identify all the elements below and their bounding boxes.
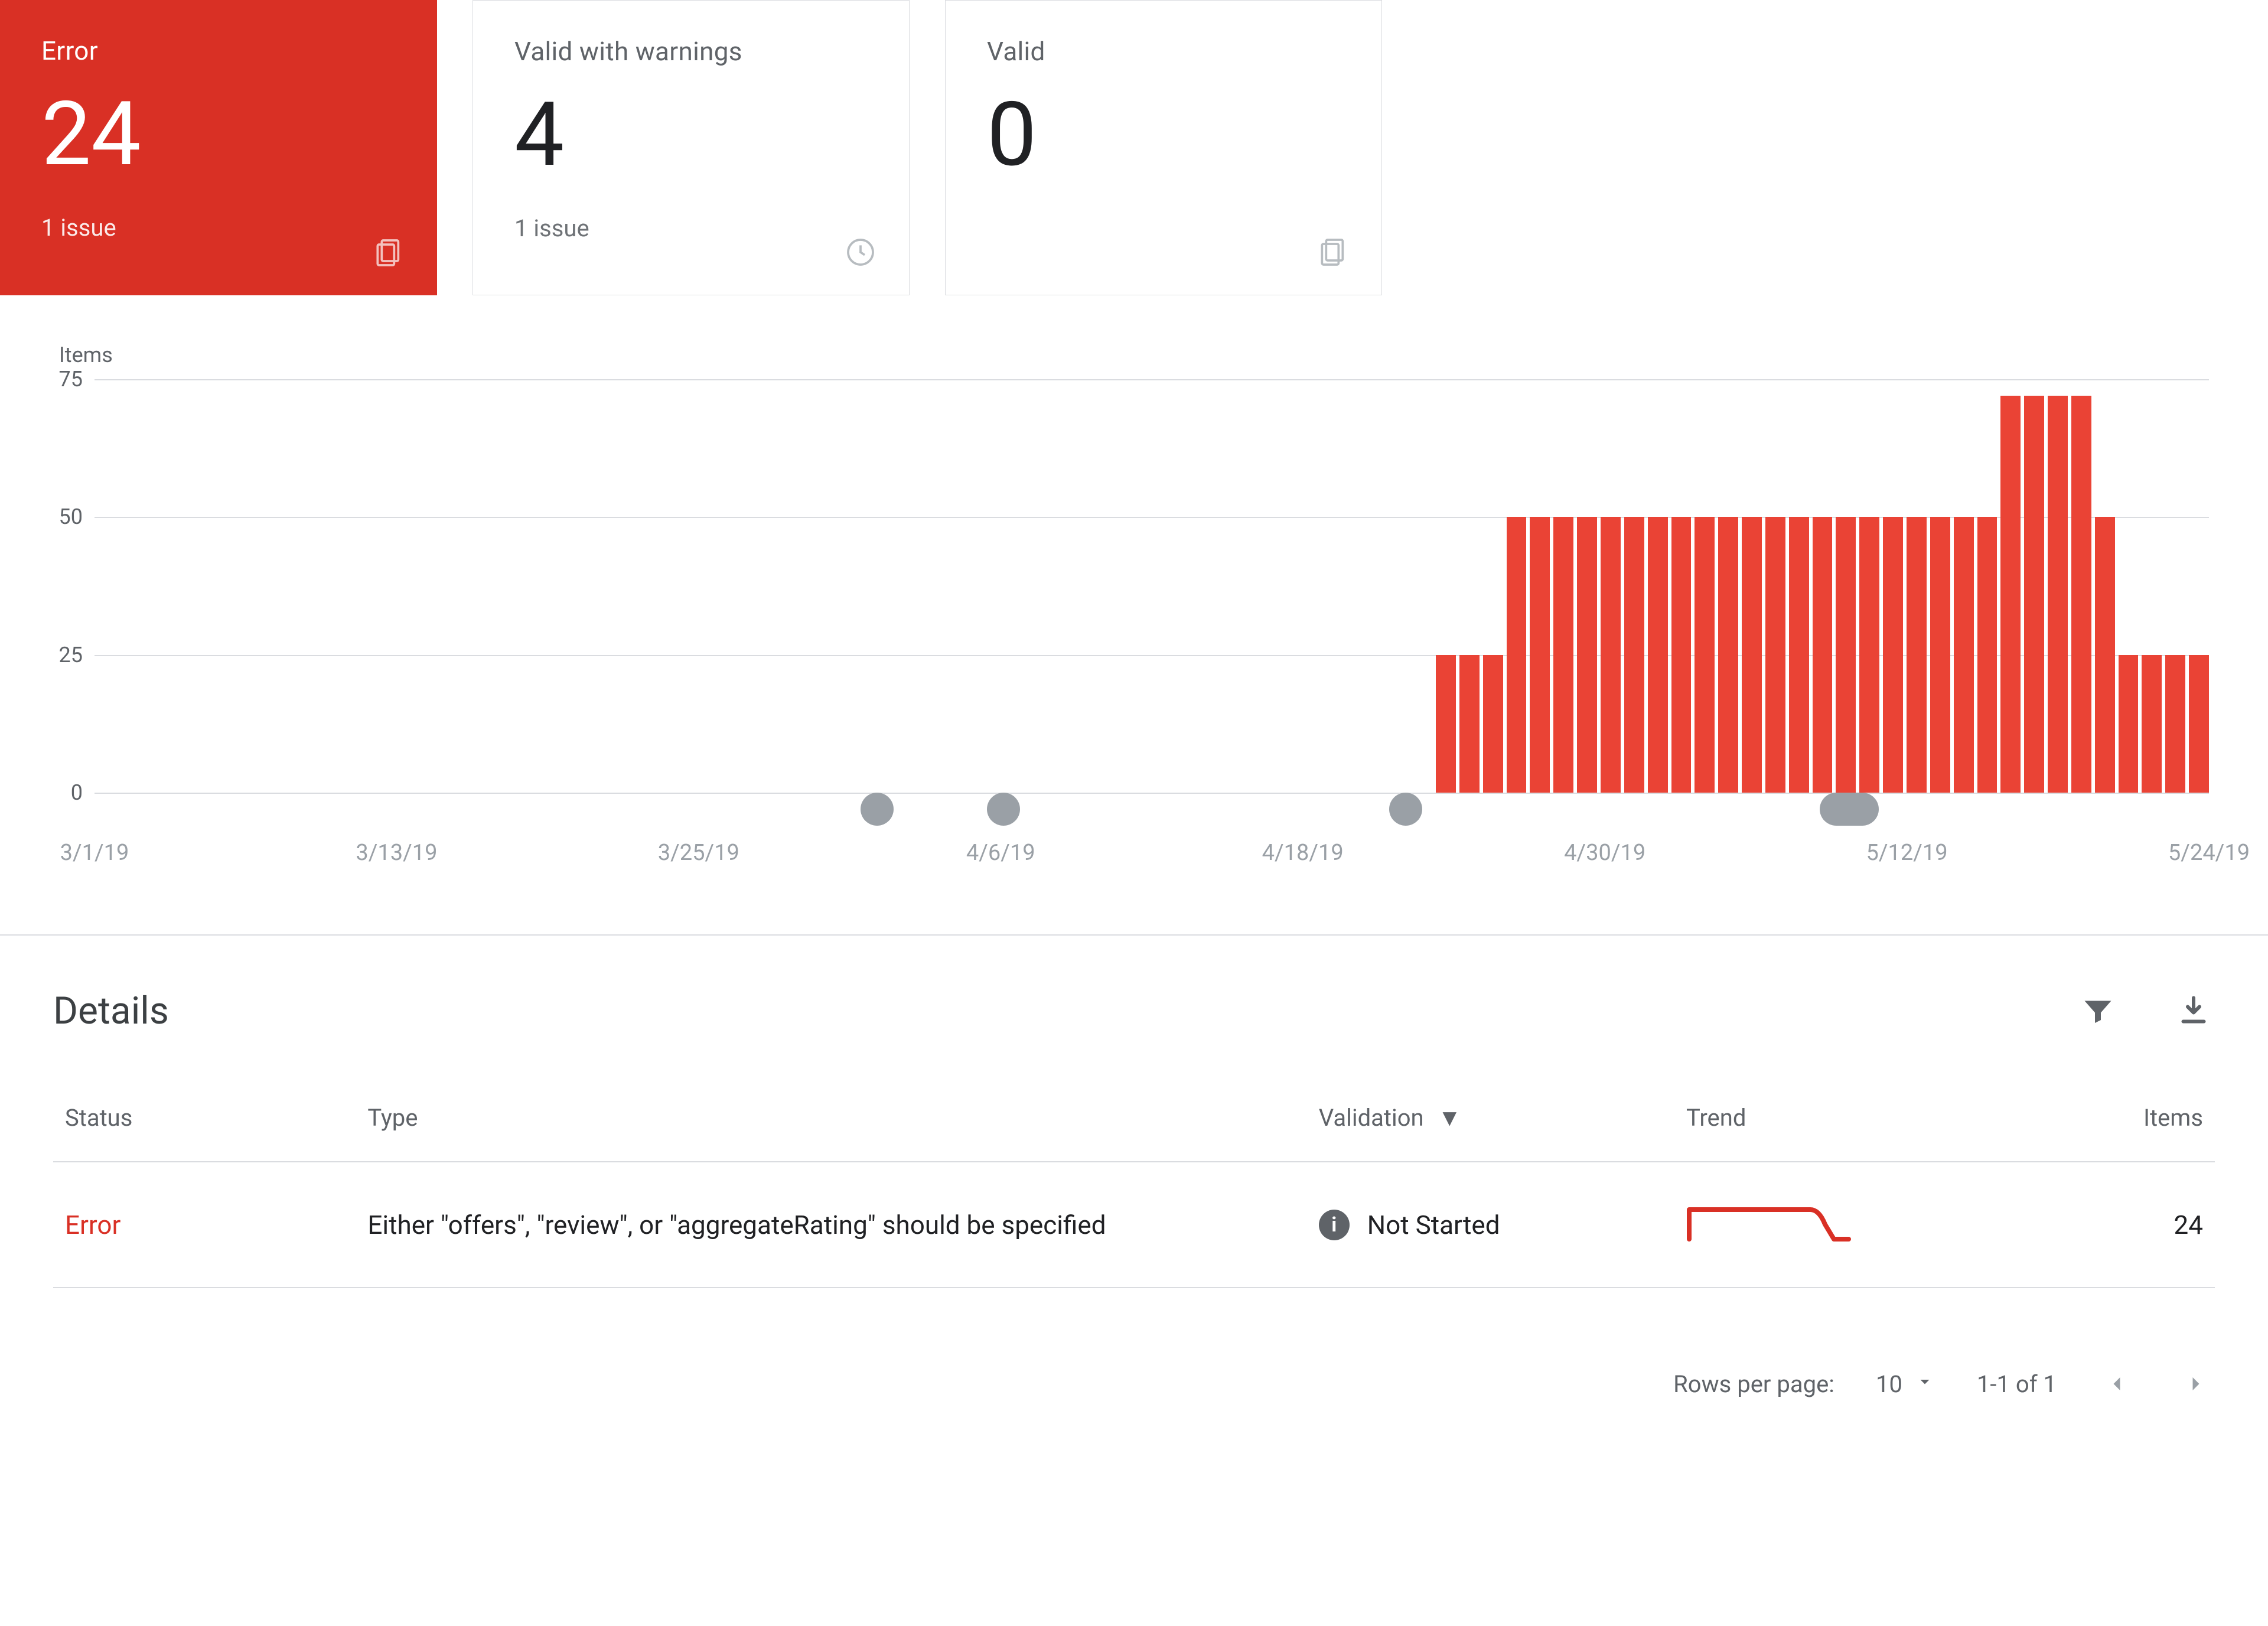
col-validation[interactable]: Validation ▼ [1307, 1104, 1674, 1162]
info-icon: i [1319, 1210, 1350, 1240]
x-tick-label: 3/25/19 [658, 840, 739, 866]
event-marker[interactable] [1820, 793, 1879, 826]
y-tick-label: 75 [35, 367, 83, 392]
rows-per-page-select[interactable]: 10 [1876, 1370, 1935, 1398]
pages-icon [1314, 233, 1352, 271]
row-status: Error [53, 1162, 356, 1288]
card-value: 4 [514, 90, 868, 179]
chart-bar[interactable] [1601, 517, 1621, 793]
card-label: Valid with warnings [514, 36, 868, 67]
x-tick-label: 5/12/19 [1866, 840, 1947, 866]
rows-per-page-label: Rows per page: [1673, 1370, 1834, 1398]
chart-bar[interactable] [1813, 517, 1833, 793]
chart-bar[interactable] [1553, 517, 1573, 793]
chart-bar[interactable] [2119, 655, 2139, 793]
chart-bar[interactable] [2189, 655, 2209, 793]
y-tick-label: 0 [35, 780, 83, 805]
chart-bar[interactable] [2000, 396, 2021, 793]
chart-bar[interactable] [1436, 655, 1456, 793]
chart-bar[interactable] [1836, 517, 1856, 793]
chart-bar[interactable] [1907, 517, 1927, 793]
card-value: 24 [41, 90, 396, 178]
row-validation: i Not Started [1307, 1162, 1674, 1288]
y-tick-label: 50 [35, 504, 83, 529]
chart-bar[interactable] [1507, 517, 1527, 793]
details-title: Details [53, 989, 169, 1033]
card-label: Error [41, 35, 396, 66]
sparkline-icon [1686, 1198, 1852, 1245]
x-tick-label: 4/6/19 [966, 840, 1035, 866]
items-chart: Items 0255075 3/1/193/13/193/25/194/6/19… [0, 319, 2268, 899]
card-value: 0 [987, 90, 1340, 179]
chart-bar[interactable] [1883, 517, 1903, 793]
chart-bar[interactable] [1954, 517, 1974, 793]
x-tick-label: 3/13/19 [356, 840, 437, 866]
chart-bar[interactable] [2165, 655, 2185, 793]
chart-bar[interactable] [1930, 517, 1950, 793]
chart-bar[interactable] [1742, 517, 1762, 793]
chart-bar[interactable] [1577, 517, 1597, 793]
event-marker[interactable] [861, 793, 894, 826]
next-page-button[interactable] [2177, 1365, 2215, 1403]
col-status[interactable]: Status [53, 1104, 356, 1162]
chart-bar[interactable] [1977, 517, 1997, 793]
event-marker[interactable] [1389, 793, 1422, 826]
chart-bar[interactable] [1483, 655, 1503, 793]
chevron-down-icon [1914, 1370, 1935, 1398]
download-button[interactable] [2172, 990, 2215, 1032]
chart-bar[interactable] [1765, 517, 1785, 793]
chart-bar[interactable] [2142, 655, 2162, 793]
chart-ylabel: Items [59, 343, 2233, 367]
chart-bar[interactable] [1859, 517, 1879, 793]
x-tick-label: 4/30/19 [1564, 840, 1645, 866]
chart-bar[interactable] [2048, 396, 2068, 793]
y-tick-label: 25 [35, 643, 83, 667]
table-row[interactable]: Error Either "offers", "review", or "agg… [53, 1162, 2215, 1288]
clock-icon [842, 233, 879, 271]
col-items[interactable]: Items [1999, 1104, 2215, 1162]
card-label: Valid [987, 36, 1340, 67]
chart-bar[interactable] [1695, 517, 1715, 793]
chart-bar[interactable] [2071, 396, 2091, 793]
chart-bar[interactable] [1530, 517, 1550, 793]
x-tick-label: 4/18/19 [1262, 840, 1344, 866]
chart-bar[interactable] [1624, 517, 1644, 793]
chart-bar[interactable] [1671, 517, 1692, 793]
col-trend[interactable]: Trend [1674, 1104, 1999, 1162]
prev-page-button[interactable] [2098, 1365, 2136, 1403]
card-sub: 1 issue [514, 214, 868, 242]
filter-button[interactable] [2077, 990, 2119, 1032]
row-items: 24 [1999, 1162, 2215, 1288]
chart-bar[interactable] [1648, 517, 1668, 793]
chart-bar[interactable] [2095, 517, 2115, 793]
chart-x-axis: 3/1/193/13/193/25/194/6/194/18/194/30/19… [94, 840, 2209, 875]
row-type: Either "offers", "review", or "aggregate… [356, 1162, 1306, 1288]
x-tick-label: 3/1/19 [60, 840, 129, 866]
event-marker[interactable] [987, 793, 1020, 826]
row-trend [1674, 1162, 1999, 1288]
x-tick-label: 5/24/19 [2168, 840, 2250, 866]
details-section: Details Status Type Validation ▼ [0, 936, 2268, 1324]
chart-bar[interactable] [1718, 517, 1738, 793]
chart-bar[interactable] [2024, 396, 2044, 793]
sort-indicator-icon: ▼ [1438, 1104, 1462, 1132]
card-valid-warnings[interactable]: Valid with warnings 4 1 issue [472, 0, 910, 295]
chart-bar[interactable] [1789, 517, 1809, 793]
col-type[interactable]: Type [356, 1104, 1306, 1162]
summary-cards: Error 24 1 issue Valid with warnings 4 1… [0, 0, 2268, 319]
pages-icon [370, 234, 408, 272]
details-table: Status Type Validation ▼ Trend Items Err… [53, 1104, 2215, 1288]
card-valid[interactable]: Valid 0 [945, 0, 1382, 295]
pagination: Rows per page: 10 1-1 of 1 [0, 1324, 2268, 1438]
chart-bar[interactable] [1459, 655, 1480, 793]
card-error[interactable]: Error 24 1 issue [0, 0, 437, 295]
pagination-range: 1-1 of 1 [1977, 1370, 2057, 1398]
card-sub: 1 issue [41, 214, 396, 242]
chart-plot[interactable]: 0255075 [59, 379, 2233, 828]
